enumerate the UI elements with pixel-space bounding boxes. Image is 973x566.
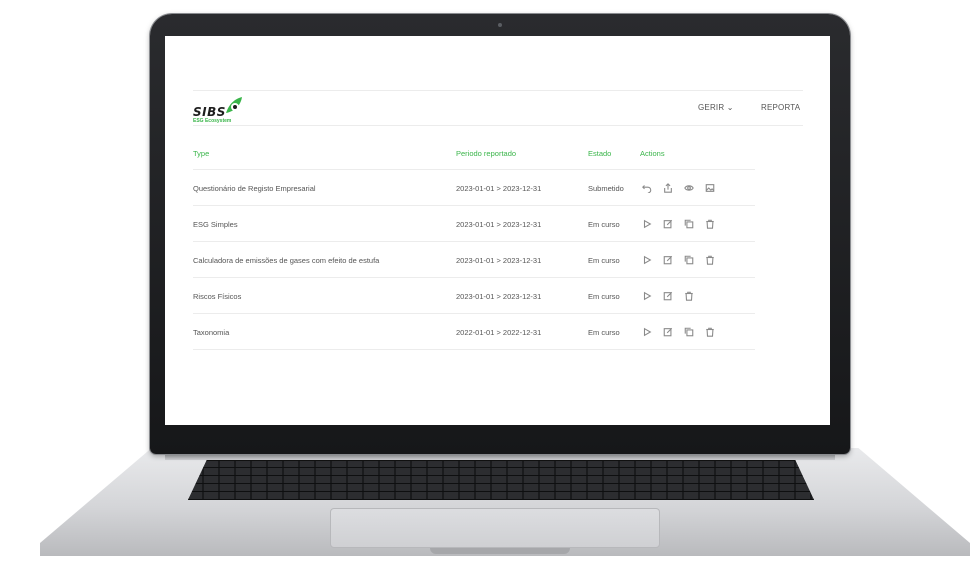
row-period: 2023-01-01 > 2023-12-31 — [456, 184, 542, 193]
table-header-row: Type Periodo reportado Estado Actions — [193, 136, 755, 170]
row-period: 2023-01-01 > 2023-12-31 — [456, 292, 542, 301]
row-type[interactable]: Questionário de Registo Empresarial — [193, 184, 316, 193]
row-state: Em curso — [588, 292, 620, 301]
copy-icon[interactable] — [682, 253, 696, 267]
row-actions — [640, 253, 724, 267]
copy-icon[interactable] — [682, 217, 696, 231]
column-header-actions: Actions — [640, 149, 665, 158]
table-row: Riscos Físicos 2023-01-01 > 2023-12-31 E… — [193, 278, 755, 314]
column-header-state[interactable]: Estado — [588, 149, 611, 158]
table-row: ESG Simples 2023-01-01 > 2023-12-31 Em c… — [193, 206, 755, 242]
play-icon[interactable] — [640, 325, 654, 339]
row-period: 2023-01-01 > 2023-12-31 — [456, 220, 542, 229]
table-row: Calculadora de emissões de gases com efe… — [193, 242, 755, 278]
play-icon[interactable] — [640, 289, 654, 303]
play-icon[interactable] — [640, 253, 654, 267]
row-actions — [640, 217, 724, 231]
laptop-keyboard — [188, 460, 814, 500]
row-state: Submetido — [588, 184, 624, 193]
row-actions — [640, 289, 703, 303]
row-type[interactable]: Taxonomia — [193, 328, 229, 337]
trash-icon[interactable] — [703, 253, 717, 267]
table-row: Questionário de Registo Empresarial 2023… — [193, 170, 755, 206]
upload-icon[interactable] — [661, 181, 675, 195]
nav-reporta-menu[interactable]: REPORTA — [761, 103, 800, 112]
row-period: 2022-01-01 > 2022-12-31 — [456, 328, 542, 337]
leaf-logo-icon — [226, 97, 242, 113]
row-state: Em curso — [588, 256, 620, 265]
copy-icon[interactable] — [682, 325, 696, 339]
laptop-screen: SIBS ESG Ecosystem GERIR ⌄ REPORTA Type … — [165, 36, 830, 425]
eye-icon[interactable] — [682, 181, 696, 195]
reports-table: Type Periodo reportado Estado Actions Qu… — [193, 136, 755, 350]
trash-icon[interactable] — [703, 325, 717, 339]
row-type[interactable]: ESG Simples — [193, 220, 238, 229]
image-icon[interactable] — [703, 181, 717, 195]
webcam — [498, 23, 502, 27]
undo-icon[interactable] — [640, 181, 654, 195]
edit-icon[interactable] — [661, 289, 675, 303]
row-actions — [640, 325, 724, 339]
trash-icon[interactable] — [682, 289, 696, 303]
row-state: Em curso — [588, 328, 620, 337]
brand-subtitle: ESG Ecosystem — [193, 118, 232, 124]
row-type[interactable]: Riscos Físicos — [193, 292, 241, 301]
table-body: Questionário de Registo Empresarial 2023… — [193, 170, 755, 350]
column-header-period[interactable]: Periodo reportado — [456, 149, 516, 158]
row-state: Em curso — [588, 220, 620, 229]
table-row: Taxonomia 2022-01-01 > 2022-12-31 Em cur… — [193, 314, 755, 350]
brand-name: SIBS — [193, 105, 226, 119]
laptop-lid: SIBS ESG Ecosystem GERIR ⌄ REPORTA Type … — [150, 14, 850, 454]
edit-icon[interactable] — [661, 325, 675, 339]
edit-icon[interactable] — [661, 253, 675, 267]
edit-icon[interactable] — [661, 217, 675, 231]
row-type[interactable]: Calculadora de emissões de gases com efe… — [193, 256, 379, 265]
nav-gerir-menu[interactable]: GERIR ⌄ — [698, 103, 734, 112]
laptop-front-notch — [430, 548, 570, 554]
row-actions — [640, 181, 724, 195]
column-header-type[interactable]: Type — [193, 149, 209, 158]
laptop-trackpad — [330, 508, 660, 548]
play-icon[interactable] — [640, 217, 654, 231]
trash-icon[interactable] — [703, 217, 717, 231]
row-period: 2023-01-01 > 2023-12-31 — [456, 256, 542, 265]
brand-logo[interactable]: SIBS ESG Ecosystem — [193, 95, 273, 124]
app-header: SIBS ESG Ecosystem GERIR ⌄ REPORTA — [193, 90, 803, 126]
